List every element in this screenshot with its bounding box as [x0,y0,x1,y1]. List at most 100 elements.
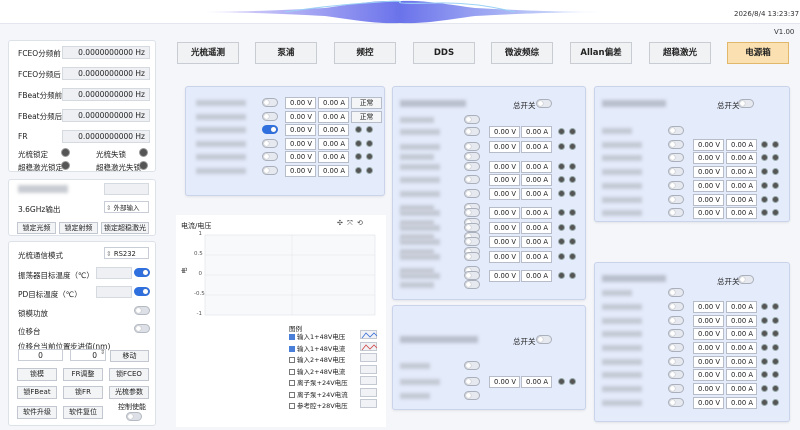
freq-value[interactable]: 0.0000000000 Hz [62,109,150,122]
channel-switch[interactable] [464,142,480,151]
blurred-field[interactable] [96,267,132,279]
comm-mode-select[interactable]: ⇕ RS232 [104,247,149,259]
channel-switch[interactable] [668,208,684,217]
stage-toggle[interactable] [134,324,150,333]
channel-switch[interactable] [668,181,684,190]
amp-toggle[interactable] [134,306,150,315]
reset-icon[interactable]: ⟲ [357,219,364,227]
channel-switch[interactable] [464,208,480,217]
tab-1[interactable]: 泵浦 [255,42,317,64]
card2-master-switch[interactable] [536,99,552,108]
blurred-field[interactable] [96,286,132,298]
channel-switch[interactable] [464,162,480,171]
card3-master-switch[interactable] [536,335,552,344]
channel-switch[interactable] [262,111,278,121]
channel-switch[interactable] [668,195,684,204]
stage-position-field[interactable]: 0 [18,349,63,361]
channel-switch[interactable] [668,302,684,311]
action-button[interactable]: 光梳参数 [109,386,149,399]
channel-switch[interactable] [668,370,684,379]
card5-master-switch[interactable] [738,275,754,284]
channel-switch[interactable] [668,357,684,366]
channel-switch[interactable] [668,384,684,393]
action-button[interactable]: 软件复位 [63,406,103,419]
legend-checkbox[interactable] [289,334,295,340]
channel-switch[interactable] [668,329,684,338]
legend-checkbox[interactable] [289,357,295,363]
action-button[interactable]: 锁模 [17,368,57,381]
legend-checkbox[interactable] [289,391,295,398]
legend-item[interactable]: 输入2+48V电压 [289,354,345,364]
card4-master-switch[interactable] [738,99,754,108]
channel-switch[interactable] [464,361,480,370]
legend-item[interactable]: 参考腔+28V电压 [289,400,348,410]
pan-icon[interactable]: ✣ [337,219,344,227]
step-spinner-icon[interactable]: ⇕ [100,349,105,356]
channel-switch[interactable] [262,152,278,161]
channel-switch[interactable] [668,288,684,297]
tab-7[interactable]: 电源箱 [727,42,789,64]
tab-5[interactable]: Allan偏差 [570,42,632,64]
pd-temp-toggle[interactable] [134,287,150,296]
status-button[interactable]: 正常 [351,97,382,109]
channel-switch[interactable] [668,140,684,149]
lock-rf-button[interactable]: 锁定射频 [59,222,98,234]
channel-switch[interactable] [464,377,480,386]
action-button[interactable]: 锁FR [63,386,103,399]
osc-temp-toggle[interactable] [134,268,150,277]
tab-0[interactable]: 光梳遥测 [177,42,239,64]
tab-6[interactable]: 超稳激光 [649,42,711,64]
channel-switch[interactable] [262,125,278,134]
action-button[interactable]: 软件升级 [17,406,57,419]
freq-value[interactable]: 0.0000000000 Hz [62,130,150,143]
tab-2[interactable]: 频控 [334,42,396,64]
chart-tools[interactable]: ✣ ⤧ ⟲ [337,219,364,228]
channel-switch[interactable] [464,115,480,124]
channel-switch[interactable] [262,138,278,148]
channel-switch[interactable] [668,153,684,162]
channel-switch[interactable] [464,175,480,184]
tab-4[interactable]: 微波频综 [491,42,553,64]
channel-switch[interactable] [668,316,684,325]
channel-switch[interactable] [464,152,480,161]
blurred-field[interactable] [104,183,149,195]
move-button[interactable]: 移动 [110,350,149,362]
external-input-select[interactable]: ⇕ 外部输入 [104,201,149,213]
freq-value[interactable]: 0.0000000000 Hz [62,46,150,59]
current-readout: 0.00 A [521,126,552,138]
legend-checkbox[interactable] [289,368,295,375]
legend-checkbox[interactable] [289,380,295,386]
channel-switch[interactable] [668,126,684,135]
action-button[interactable]: 锁FBeat [17,386,57,399]
channel-switch[interactable] [262,98,278,107]
legend-item[interactable]: 离子泵+24V电流 [289,389,348,399]
lock-laser-button[interactable]: 锁定超稳激光 [101,222,149,234]
channel-switch[interactable] [464,252,480,261]
channel-switch[interactable] [464,127,480,136]
channel-switch[interactable] [464,223,480,232]
control-enable-toggle[interactable] [126,412,142,421]
tab-3[interactable]: DDS [413,42,475,64]
freq-value[interactable]: 0.0000000000 Hz [62,88,150,101]
legend-item[interactable]: 输入1+48V电压 [289,331,345,341]
channel-switch[interactable] [668,398,684,407]
legend-item[interactable]: 离子泵+24V电压 [289,377,348,387]
status-button[interactable]: 正常 [351,110,382,123]
zoom-icon[interactable]: ⤧ [347,219,354,227]
channel-switch[interactable] [464,237,480,246]
legend-checkbox[interactable] [289,345,295,352]
channel-switch[interactable] [668,343,684,352]
lock-optical-button[interactable]: 锁定光频 [17,222,56,234]
channel-switch[interactable] [464,271,480,280]
action-button[interactable]: FR调整 [63,368,103,381]
legend-item[interactable]: 输入2+48V电流 [289,366,345,376]
channel-switch[interactable] [464,280,480,289]
channel-switch[interactable] [464,391,480,400]
channel-switch[interactable] [262,165,278,175]
channel-switch[interactable] [464,189,480,198]
legend-checkbox[interactable] [289,403,295,409]
legend-item[interactable]: 输入1+48V电流 [289,343,345,353]
action-button[interactable]: 锁FCEO [109,368,149,381]
freq-value[interactable]: 0.0000000000 Hz [62,67,150,80]
channel-switch[interactable] [668,167,684,176]
